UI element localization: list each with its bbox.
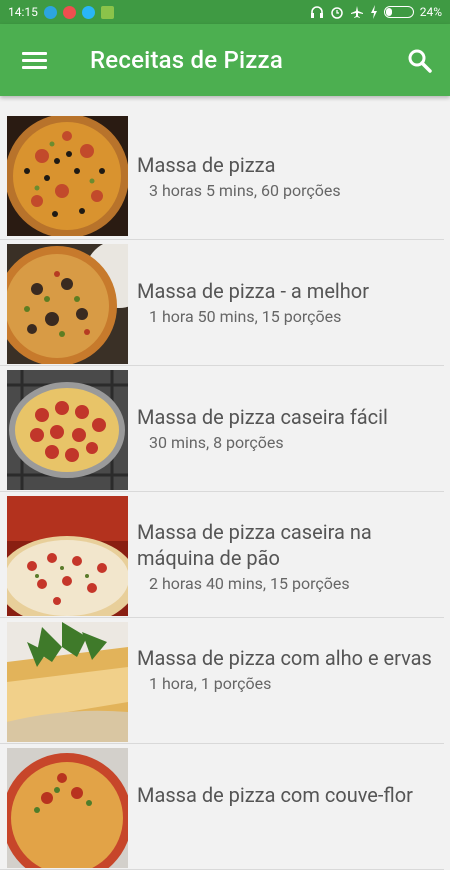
battery-icon	[383, 6, 414, 18]
recipe-thumbnail	[7, 496, 128, 616]
recipe-name: Massa de pizza com couve-flor	[137, 783, 413, 807]
recipe-thumbnail	[7, 622, 128, 742]
recipe-meta: 3 horas 5 mins, 60 porções	[149, 181, 341, 200]
image-icon	[100, 5, 114, 19]
page-title: Receitas de Pizza	[90, 46, 283, 74]
recipe-meta: 2 horas 40 mins, 15 porções	[149, 574, 350, 593]
recipe-meta: 1 hora 50 mins, 15 porções	[149, 307, 342, 326]
app-toolbar: Receitas de Pizza	[0, 24, 450, 96]
headphones-icon	[310, 6, 323, 18]
recipe-name: Massa de pizza com alho e ervas	[137, 646, 432, 670]
list-item[interactable]: Massa de pizza 3 horas 5 mins, 60 porçõe…	[0, 112, 450, 240]
recipe-thumbnail	[7, 748, 128, 868]
recipe-thumbnail	[7, 244, 128, 364]
list-item[interactable]: Massa de pizza com alho e ervas 1 hora, …	[0, 618, 450, 744]
alarm-icon	[330, 7, 343, 19]
recipe-thumbnail	[7, 116, 128, 236]
list-item[interactable]: Massa de pizza - a melhor 1 hora 50 mins…	[0, 240, 450, 366]
list-item[interactable]: Massa de pizza caseira na máquina de pão…	[0, 492, 450, 618]
recipe-meta: 30 mins, 8 porções	[149, 433, 284, 452]
recipe-list: Massa de pizza 3 horas 5 mins, 60 porçõe…	[0, 112, 450, 870]
menu-icon[interactable]	[22, 47, 47, 73]
list-item[interactable]: Massa de pizza com couve-flor	[0, 744, 450, 870]
status-bar: 14:15 24%	[0, 0, 450, 24]
charging-icon	[370, 5, 377, 19]
search-icon[interactable]	[406, 47, 434, 75]
battery-level: 24%	[419, 5, 442, 19]
airplane-icon	[350, 6, 363, 18]
recipe-meta: 1 hora, 1 porções	[149, 674, 272, 693]
recipe-name: Massa de pizza	[137, 153, 276, 177]
recipe-name: Massa de pizza - a melhor	[137, 279, 369, 303]
telegram-icon	[43, 5, 57, 19]
recipe-name: Massa de pizza caseira na máquina de pão	[137, 520, 372, 570]
list-item[interactable]: Massa de pizza caseira fácil 30 mins, 8 …	[0, 366, 450, 492]
recipe-name: Massa de pizza caseira fácil	[137, 405, 388, 429]
status-time: 14:15	[8, 5, 38, 19]
recipe-thumbnail	[7, 370, 128, 490]
app-icon	[81, 5, 95, 19]
music-icon	[62, 5, 76, 19]
